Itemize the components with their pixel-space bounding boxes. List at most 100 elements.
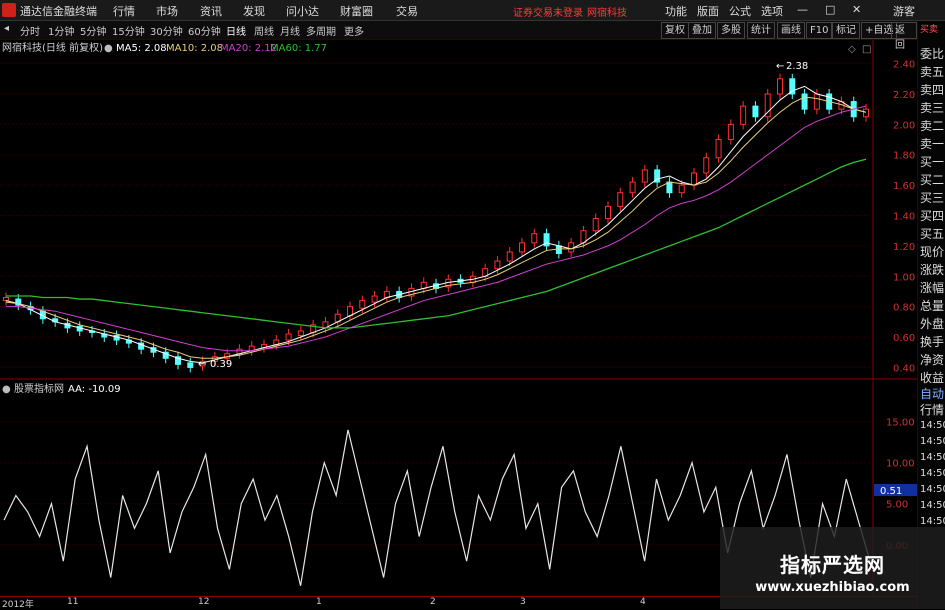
login-notice[interactable]: 证券交易未登录 (513, 4, 583, 19)
toolbar-f10-button[interactable]: F10 (806, 22, 833, 39)
candle-body[interactable] (359, 300, 366, 309)
side-panel-item[interactable]: 外盘 (920, 315, 944, 333)
toolbar-draw-button[interactable]: 画线 (777, 22, 805, 39)
close-icon[interactable]: ✕ (852, 3, 861, 16)
candle-body[interactable] (506, 251, 513, 262)
period-tab-more[interactable]: 更多 (344, 23, 364, 38)
time-axis-label: 4 (640, 597, 646, 607)
candle-body[interactable] (519, 242, 525, 253)
side-panel-item[interactable]: 委比 (920, 45, 944, 63)
candle-body[interactable] (592, 218, 599, 232)
period-tab-multi[interactable]: 多周期 (306, 23, 336, 38)
indicator-name: 股票指标网 (14, 382, 64, 395)
minimize-icon[interactable]: — (797, 3, 808, 16)
candle-body[interactable] (285, 333, 292, 341)
price-tick-label: 2.00 (893, 120, 915, 131)
menu-item-discover[interactable]: 发现 (243, 3, 265, 19)
side-panel-item[interactable]: 涨幅 (920, 279, 944, 297)
candle-body[interactable] (715, 139, 722, 159)
side-panel-item[interactable]: 卖二 (920, 117, 944, 135)
candle-body[interactable] (187, 362, 194, 368)
candle-body[interactable] (740, 105, 747, 125)
menu-item-market[interactable]: 市场 (156, 3, 178, 19)
candle-body[interactable] (297, 330, 304, 337)
price-tick-label: 1.00 (893, 272, 915, 283)
menu-item-quotes[interactable]: 行情 (113, 3, 135, 19)
side-panel-item[interactable]: 买五 (920, 225, 944, 243)
period-tab-60min[interactable]: 60分钟 (188, 23, 221, 38)
candle-body[interactable] (568, 242, 575, 253)
candle-body[interactable] (629, 181, 636, 194)
app-title: 通达信金融终端 (20, 5, 97, 18)
candle-body[interactable] (863, 108, 869, 118)
candle-body[interactable] (555, 245, 562, 254)
menu-options[interactable]: 选项 (761, 3, 783, 19)
candle-body[interactable] (703, 157, 710, 174)
side-panel-item[interactable]: 卖五 (920, 63, 944, 81)
candle-body[interactable] (617, 192, 624, 207)
price-tick-label: 0.40 (893, 363, 915, 374)
side-panel-item[interactable]: 卖四 (920, 81, 944, 99)
menu-item-trade[interactable]: 交易 (396, 3, 418, 19)
side-panel-item[interactable]: 净资 (920, 351, 944, 369)
candle-body[interactable] (3, 297, 9, 302)
period-tab-1min[interactable]: 1分钟 (48, 23, 74, 38)
period-tab-daily[interactable]: 日线 (226, 23, 246, 38)
candle-body[interactable] (777, 78, 783, 95)
candle-body[interactable] (678, 184, 685, 194)
side-panel-item[interactable]: 现价 (920, 243, 944, 261)
menu-formula[interactable]: 公式 (729, 3, 751, 19)
side-panel-item[interactable]: 涨跌 (920, 261, 944, 279)
toolbar-stats-button[interactable]: 统计 (747, 22, 775, 39)
maximize-icon[interactable]: □ (825, 3, 835, 16)
candle-body[interactable] (494, 260, 501, 270)
side-panel-item[interactable]: 卖三 (920, 99, 944, 117)
app-logo-icon (2, 3, 16, 17)
side-panel-item[interactable]: 卖一 (920, 135, 944, 153)
menu-item-ask[interactable]: 问小达 (286, 3, 319, 19)
candle-body[interactable] (752, 105, 759, 118)
side-panel-item[interactable]: 换手 (920, 333, 944, 351)
toolbar-back-button[interactable]: 返回 (891, 22, 917, 51)
menu-function[interactable]: 功能 (665, 3, 687, 19)
toolbar-overlay-button[interactable]: 叠加 (688, 22, 716, 39)
period-tab-monthly[interactable]: 月线 (280, 23, 300, 38)
period-tab-30min[interactable]: 30分钟 (150, 23, 183, 38)
candle-body[interactable] (801, 93, 808, 110)
indicator-settings-icon[interactable]: ● (2, 384, 11, 395)
indicator-tick-label: 15.00 (886, 418, 915, 429)
candle-body[interactable] (605, 205, 611, 220)
period-tab-15min[interactable]: 15分钟 (112, 23, 145, 38)
ma10-line (5, 96, 867, 359)
toolbar-restore-rights-button[interactable]: 复权 (661, 22, 689, 39)
candle-body[interactable] (641, 169, 648, 183)
candles (3, 73, 869, 373)
period-tab-intraday[interactable]: 分时 (20, 23, 40, 38)
price-tick-label: 0.60 (893, 333, 915, 344)
candle-body[interactable] (691, 172, 697, 186)
side-panel-item[interactable]: 总量 (920, 297, 944, 315)
price-chart[interactable]: 网宿科技(日线 前复权) ● MA5: 2.08 MA10: 2.08 MA20… (0, 40, 917, 380)
chart-settings-icon[interactable]: ◇ (848, 44, 856, 55)
toolbar-back-icon[interactable]: ◂ (4, 23, 9, 34)
period-tab-5min[interactable]: 5分钟 (80, 23, 106, 38)
candle-body[interactable] (666, 181, 673, 194)
side-panel-item[interactable]: 买二 (920, 171, 944, 189)
candle-body[interactable] (813, 93, 820, 110)
toolbar-multi-stock-button[interactable]: 多股 (717, 22, 745, 39)
period-tab-weekly[interactable]: 周线 (254, 23, 274, 38)
side-panel-item[interactable]: 买一 (920, 153, 944, 171)
menu-item-news[interactable]: 资讯 (200, 3, 222, 19)
menu-layout[interactable]: 版面 (697, 3, 719, 19)
guest-label[interactable]: 游客 (893, 3, 915, 19)
candle-body[interactable] (531, 233, 538, 244)
toolbar-mark-button[interactable]: 标记 (832, 22, 860, 39)
chart-expand-icon[interactable]: □ (862, 44, 871, 55)
candle-body[interactable] (371, 295, 378, 303)
price-tick-label: 1.80 (893, 151, 915, 162)
settings-dot-icon[interactable]: ● (104, 43, 113, 54)
side-panel-item[interactable]: 买三 (920, 189, 944, 207)
candle-body[interactable] (727, 123, 734, 141)
side-panel-item[interactable]: 买四 (920, 207, 944, 225)
menu-item-wealth[interactable]: 财富圈 (340, 3, 373, 19)
